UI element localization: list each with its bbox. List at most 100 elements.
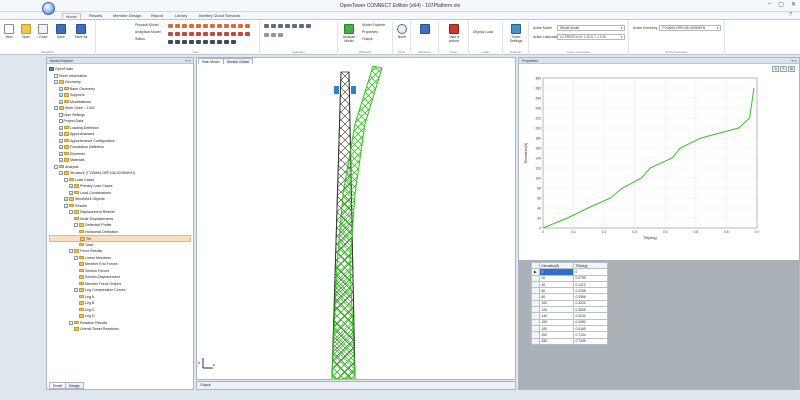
tree-item[interactable]: Overall Tower Reactions	[49, 326, 191, 333]
close-button[interactable]: ✕	[791, 1, 796, 8]
view-icon[interactable]	[217, 40, 222, 44]
physical-model-toggle[interactable]: Physical Model	[135, 23, 159, 27]
view-icon[interactable]	[203, 24, 208, 28]
collapse-icon[interactable]: -	[54, 80, 58, 85]
select-icon[interactable]	[292, 24, 297, 28]
select-icon[interactable]	[278, 24, 283, 28]
view-icon[interactable]	[189, 24, 194, 28]
close-file-button[interactable]: Close	[36, 24, 50, 39]
panel-pin-close[interactable]: ▾ ✕	[185, 58, 191, 64]
collapse-icon[interactable]: -	[74, 288, 78, 293]
expand-icon[interactable]: +	[59, 93, 63, 98]
view-icon[interactable]	[231, 32, 236, 36]
collapse-icon[interactable]: -	[69, 249, 73, 254]
select-icon[interactable]	[271, 24, 276, 28]
view-icon[interactable]	[245, 24, 250, 28]
view-icon[interactable]	[182, 24, 187, 28]
view-icon[interactable]	[210, 32, 215, 36]
collapse-icon[interactable]: -	[54, 164, 58, 169]
table-cell[interactable]: 0.7335	[572, 337, 608, 345]
view-icon[interactable]	[182, 32, 187, 36]
output-toggle[interactable]: Output	[362, 37, 373, 41]
view-icon[interactable]	[217, 24, 222, 28]
properties-toggle[interactable]: Properties	[362, 30, 378, 34]
collapse-icon[interactable]: -	[69, 210, 73, 215]
view-icon[interactable]	[168, 40, 173, 44]
view-icon[interactable]	[189, 40, 194, 44]
output-label[interactable]: Output	[200, 383, 211, 387]
select-icon[interactable]	[278, 33, 283, 37]
panel-pin-close[interactable]: ▾ ✕	[791, 58, 797, 64]
status-dropdown[interactable]: Status	[135, 37, 145, 41]
collapse-icon[interactable]: -	[64, 177, 68, 182]
help-icon[interactable]: ?	[789, 12, 792, 18]
view-icon[interactable]	[203, 32, 208, 36]
model-explorer-toggle[interactable]: Model Explorer	[362, 23, 386, 27]
select-icon[interactable]	[285, 24, 290, 28]
view-icon[interactable]	[231, 24, 236, 28]
view-icon[interactable]	[238, 32, 243, 36]
tower-3d-view[interactable]: z x	[197, 64, 515, 379]
maximize-button[interactable]: ▢	[778, 1, 784, 8]
view-icon[interactable]	[231, 40, 236, 44]
collapse-icon[interactable]: -	[59, 171, 63, 176]
view-icon[interactable]	[175, 32, 180, 36]
minimize-button[interactable]: –	[768, 1, 771, 8]
view-icon[interactable]	[203, 40, 208, 44]
view-icon[interactable]	[238, 24, 243, 28]
collapse-icon[interactable]: -	[64, 203, 68, 208]
row-header[interactable]	[531, 337, 540, 345]
view-icon[interactable]	[175, 24, 180, 28]
expand-icon[interactable]: +	[59, 132, 63, 137]
select-icon[interactable]	[271, 33, 276, 37]
expand-icon[interactable]: +	[59, 125, 63, 130]
collapse-icon[interactable]: -	[54, 106, 58, 111]
active-model-select[interactable]: Whole Model ▼	[557, 25, 625, 31]
expand-icon[interactable]: +	[59, 151, 63, 156]
display-load-button[interactable]: Display Load	[473, 30, 493, 34]
collapse-icon[interactable]: -	[74, 223, 78, 228]
view-icon[interactable]	[175, 40, 180, 44]
expand-icon[interactable]: +	[59, 99, 63, 104]
select-icon[interactable]	[264, 33, 269, 37]
view-icon[interactable]	[168, 24, 173, 28]
expand-icon[interactable]: +	[69, 184, 73, 189]
view-icon[interactable]	[182, 40, 187, 44]
tab-design-explorer[interactable]: Design	[65, 382, 84, 389]
select-icon[interactable]	[299, 24, 304, 28]
select-icon[interactable]	[264, 24, 269, 28]
analyze-model-button[interactable]: Analyze Model	[340, 24, 358, 43]
view-icon[interactable]	[168, 32, 173, 36]
expand-icon[interactable]: +	[59, 138, 63, 143]
view-icon[interactable]	[189, 32, 194, 36]
view-icon[interactable]	[224, 24, 229, 28]
active-loadcase-select[interactable]: LC FREE74 HI: 1.20 D + 1.0 W ▼	[557, 34, 625, 40]
expand-icon[interactable]: +	[69, 190, 73, 195]
view-icon[interactable]	[210, 24, 215, 28]
table-row[interactable]: 280 0.7335	[531, 337, 608, 345]
view-icon[interactable]	[196, 32, 201, 36]
north-button[interactable]: North	[395, 24, 409, 39]
collapse-icon[interactable]: -	[74, 255, 78, 260]
analytical-model-toggle[interactable]: Analytical Model	[135, 30, 160, 34]
view-icon[interactable]	[224, 32, 229, 36]
tab-model-explorer[interactable]: Model	[49, 382, 67, 389]
expand-icon[interactable]: +	[59, 86, 63, 91]
view-icon[interactable]	[210, 40, 215, 44]
view-icon[interactable]	[224, 40, 229, 44]
select-icon[interactable]	[306, 24, 311, 28]
table-cell[interactable]: 280	[538, 337, 574, 345]
view-icon[interactable]	[245, 32, 250, 36]
view-icon[interactable]	[217, 32, 222, 36]
open-button[interactable]: Open	[19, 24, 33, 39]
expand-icon[interactable]: +	[59, 145, 63, 150]
structure-button[interactable]	[418, 24, 432, 35]
expand-icon[interactable]: +	[59, 158, 63, 163]
collapse-icon[interactable]: -	[69, 320, 73, 325]
view-icon[interactable]	[196, 40, 201, 44]
view-icon[interactable]	[196, 24, 201, 28]
active-geometry-select[interactable]: TYVAbt4-ORF106-020808YH ▼	[659, 25, 721, 31]
expand-icon[interactable]: +	[64, 197, 68, 202]
take-picture-button[interactable]: Take a picture	[445, 24, 463, 43]
tower-settings-button[interactable]: Tower Settings	[507, 24, 525, 43]
